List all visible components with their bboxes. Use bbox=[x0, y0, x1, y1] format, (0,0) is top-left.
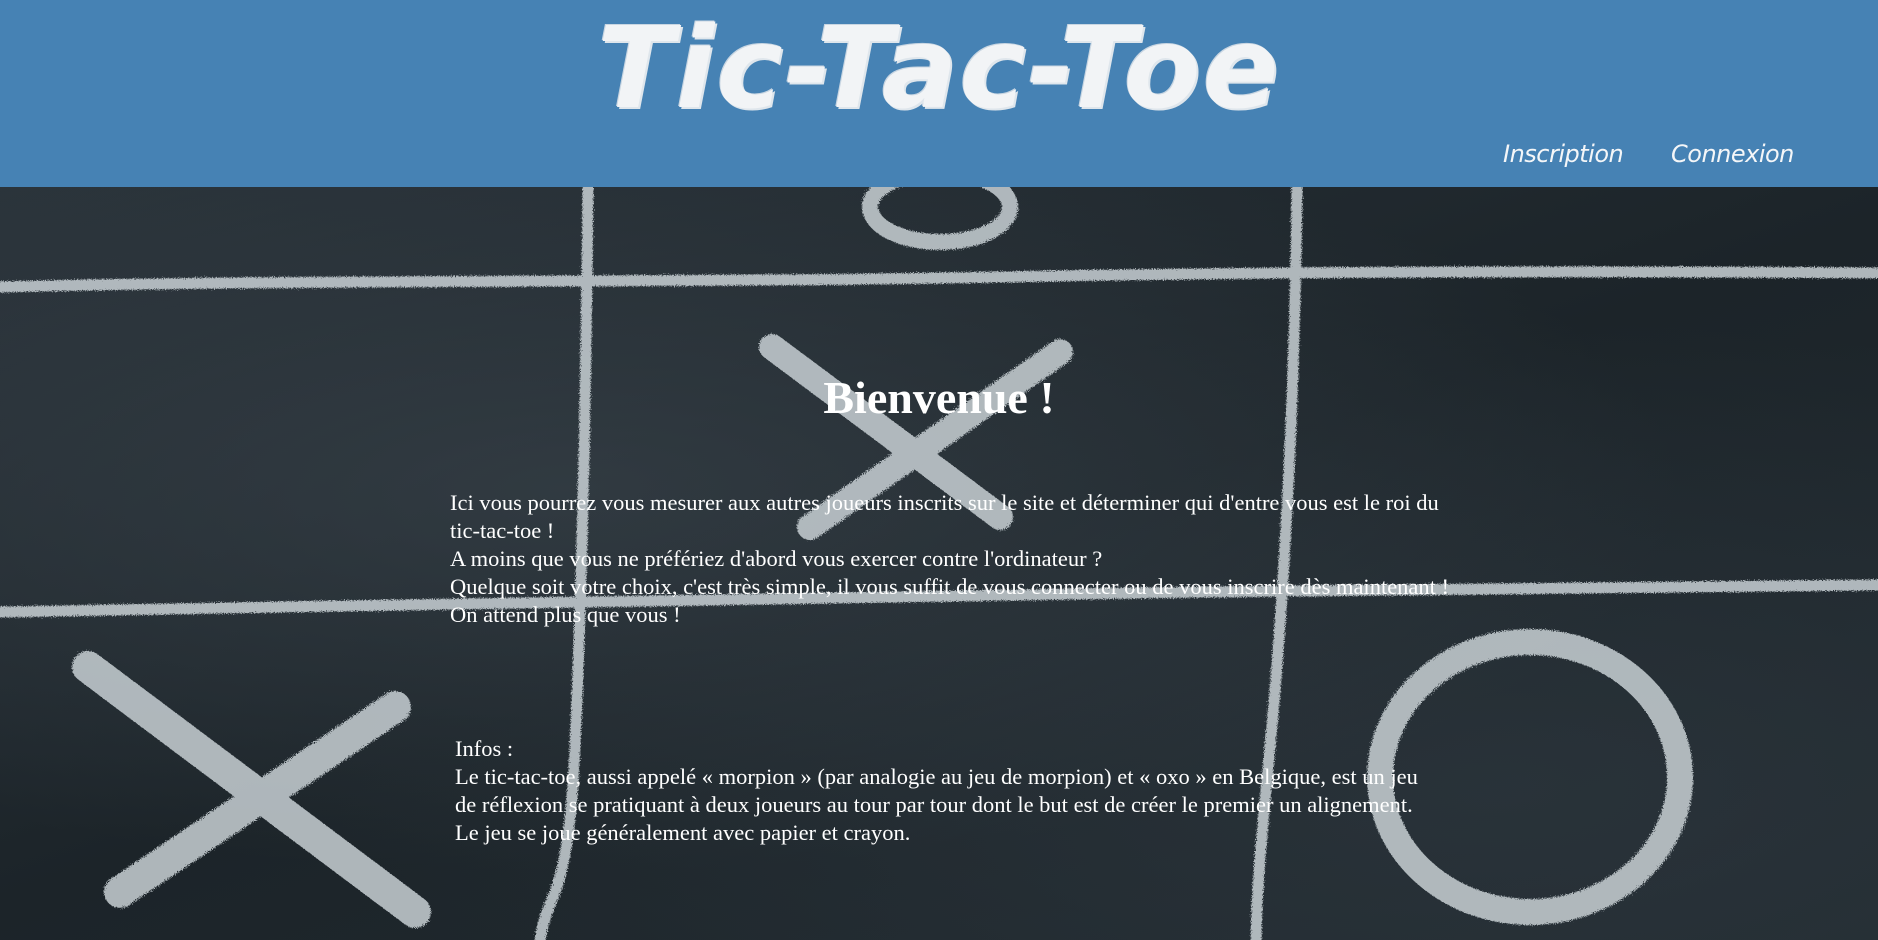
intro-line: A moins que vous ne préfériez d'abord vo… bbox=[450, 546, 1103, 571]
infos-section: Infos : Le tic-tac-toe, aussi appelé « m… bbox=[455, 735, 1435, 847]
intro-line: On attend plus que vous ! bbox=[450, 602, 681, 627]
infos-heading: Infos : bbox=[455, 736, 514, 761]
intro-line: Ici vous pourrez vous mesurer aux autres… bbox=[450, 490, 1439, 543]
main-content: Bienvenue ! Ici vous pourrez vous mesure… bbox=[0, 187, 1878, 940]
site-logo[interactable]: Tic-Tac-Toe bbox=[0, 7, 1878, 131]
nav-link-connexion[interactable]: Connexion bbox=[1671, 140, 1794, 168]
infos-text: Le tic-tac-toe, aussi appelé « morpion »… bbox=[455, 764, 1418, 845]
welcome-title: Bienvenue ! bbox=[823, 372, 1055, 423]
intro-text: Ici vous pourrez vous mesurer aux autres… bbox=[450, 489, 1450, 629]
site-header: Tic-Tac-Toe Inscription Connexion bbox=[0, 0, 1878, 187]
intro-line: Quelque soit votre choix, c'est très sim… bbox=[450, 574, 1450, 599]
nav-link-inscription[interactable]: Inscription bbox=[1503, 140, 1624, 168]
